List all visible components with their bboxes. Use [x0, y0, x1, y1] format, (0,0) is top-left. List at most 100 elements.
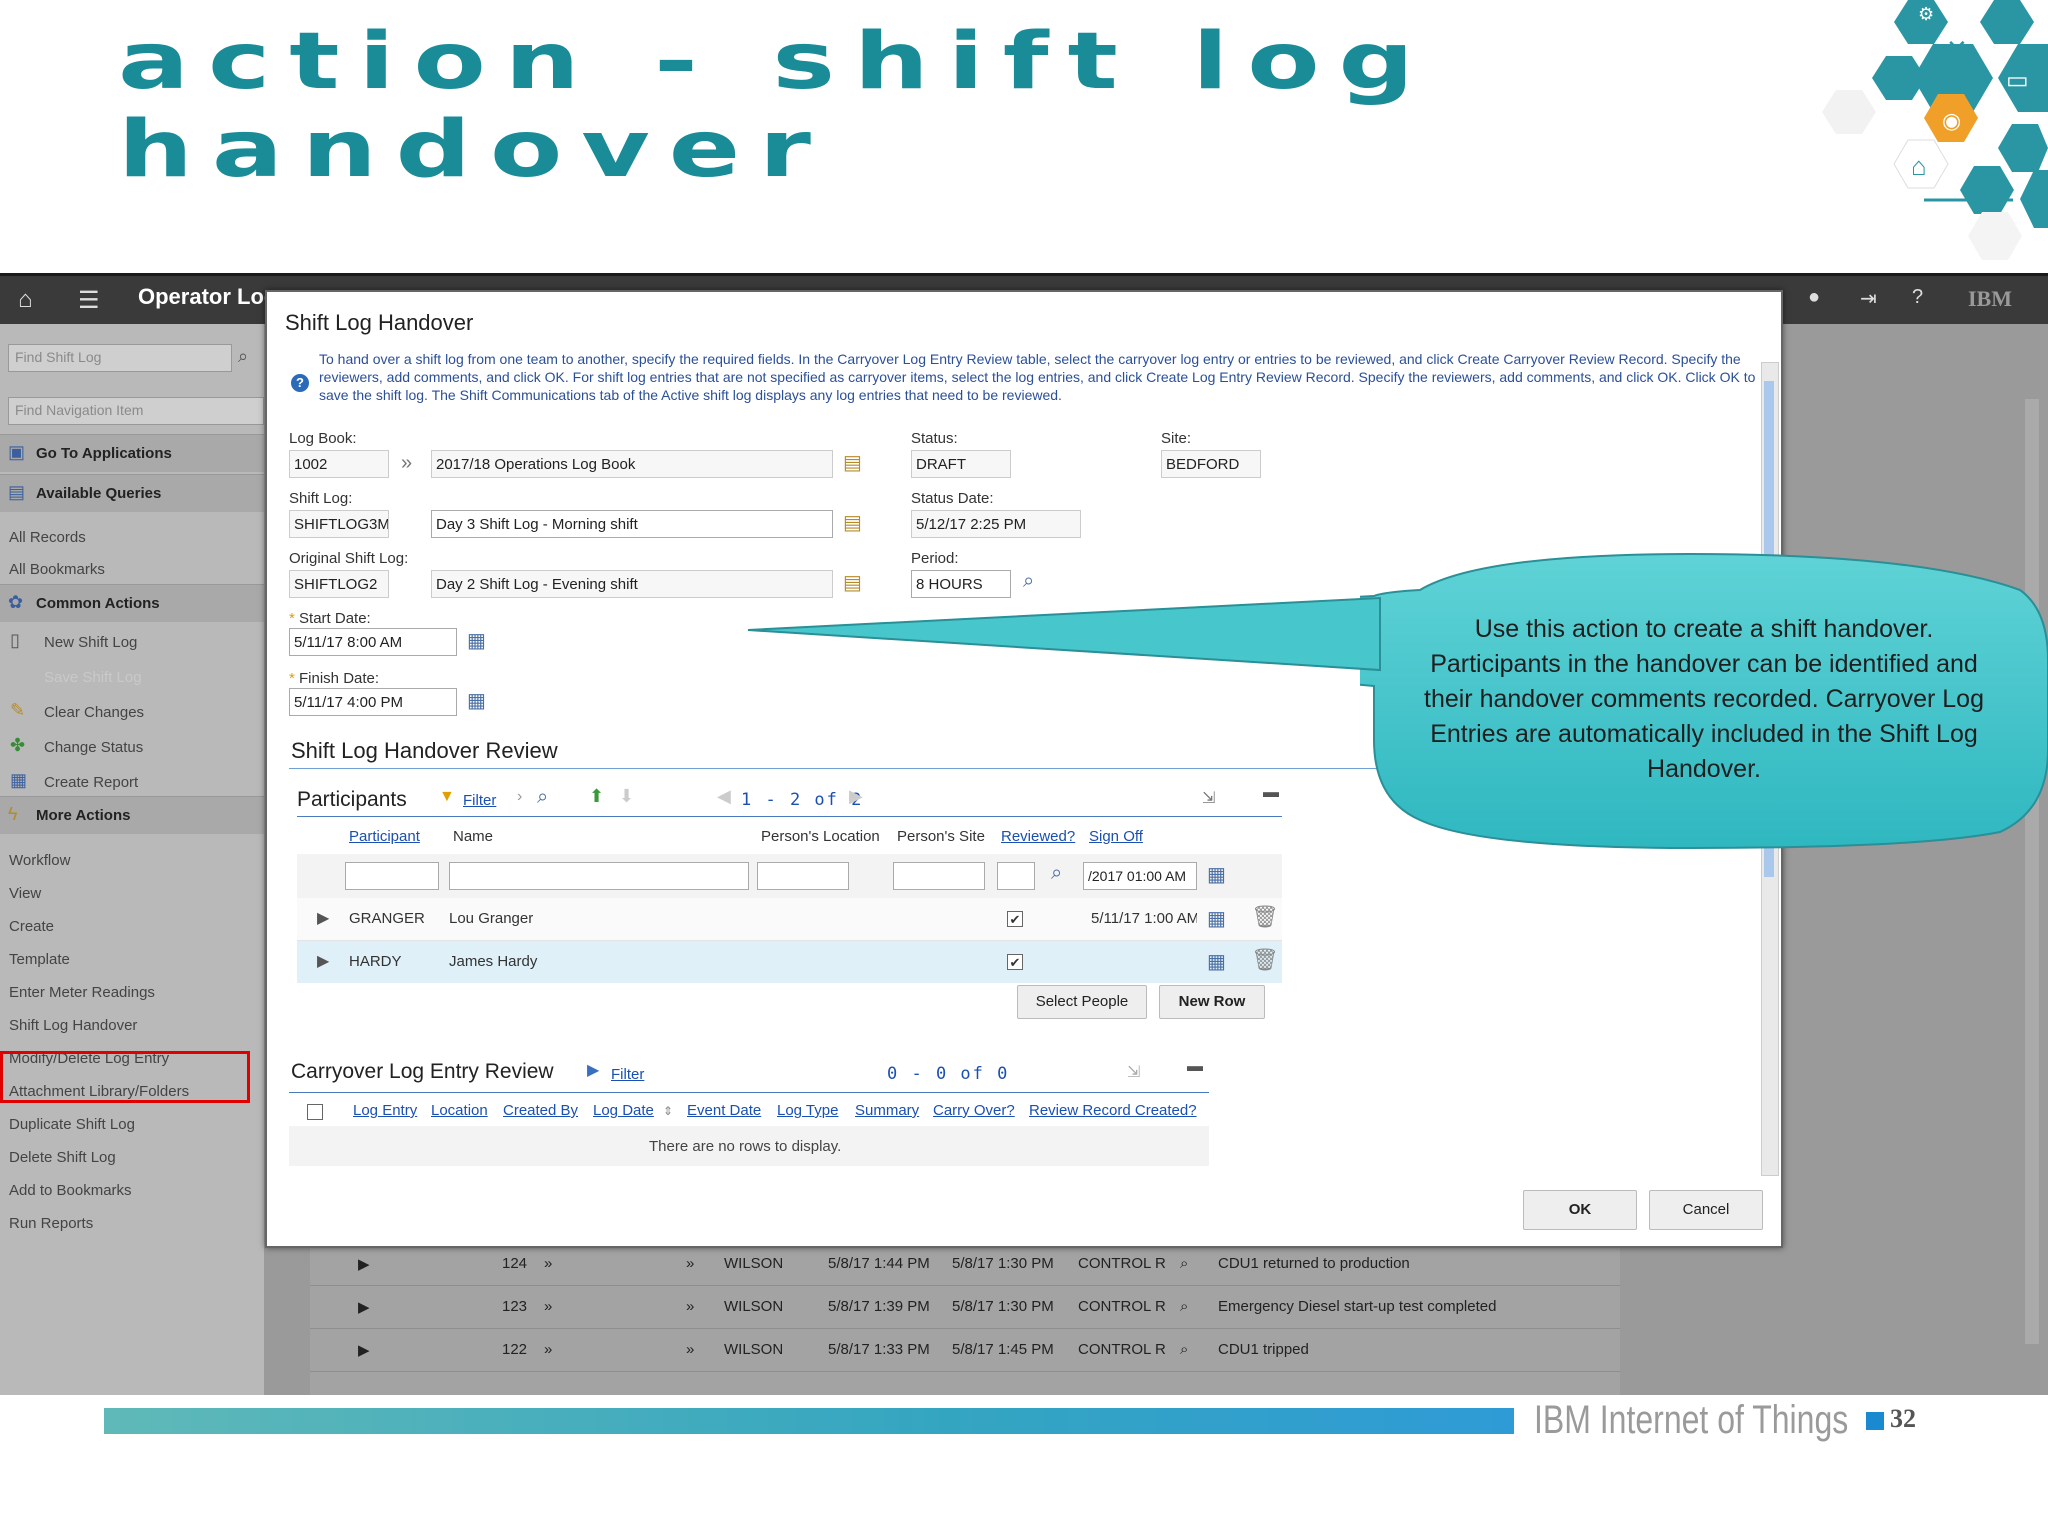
col-summary[interactable]: Summary — [855, 1102, 919, 1119]
col-location[interactable]: Location — [431, 1102, 488, 1119]
collapse-icon[interactable]: ▬ — [1263, 784, 1279, 802]
action-delete-shift-log[interactable]: Delete Shift Log — [9, 1149, 116, 1166]
col-persons-location[interactable]: Person's Location — [761, 828, 880, 845]
table-row[interactable] — [297, 941, 1282, 983]
query-all-records[interactable]: All Records — [9, 529, 86, 546]
expand-icon[interactable]: ▶ — [317, 908, 329, 928]
action-clear-changes[interactable]: Clear Changes — [44, 704, 144, 721]
search-icon[interactable]: ⌕ — [1180, 1255, 1188, 1272]
action-new-shift-log[interactable]: New Shift Log — [44, 634, 137, 651]
filter-site-input[interactable] — [893, 862, 985, 890]
filter-reviewed-input[interactable] — [997, 862, 1035, 890]
action-change-status[interactable]: Change Status — [44, 739, 143, 756]
action-run-reports[interactable]: Run Reports — [9, 1215, 93, 1232]
arrow-up-icon[interactable]: ⬆ — [589, 786, 604, 807]
download-icon[interactable]: ⇲ — [1127, 1062, 1140, 1082]
col-participant[interactable]: Participant — [349, 828, 420, 845]
expand-icon[interactable]: ▶ — [358, 1298, 370, 1316]
available-queries[interactable]: Available Queries — [0, 474, 264, 512]
page-scrollbar[interactable] — [2025, 399, 2039, 1344]
chevron-icon[interactable]: » — [544, 1298, 552, 1315]
chevron-right-icon[interactable]: › — [517, 788, 522, 806]
previous-page-icon[interactable]: ◀ — [717, 786, 731, 807]
col-created-by[interactable]: Created By — [503, 1102, 578, 1119]
action-view[interactable]: View — [9, 885, 41, 902]
find-shift-log-input[interactable]: Find Shift Log — [8, 344, 232, 372]
search-icon[interactable]: ⌕ — [238, 346, 248, 367]
reviewed-checkbox[interactable]: ✔ — [1007, 911, 1023, 927]
carryover-filter-link[interactable]: Filter — [611, 1066, 644, 1083]
find-navigation-input[interactable]: Find Navigation Item — [8, 397, 264, 425]
chevron-icon[interactable]: » — [686, 1298, 694, 1315]
filter-icon[interactable]: ▼ — [439, 788, 455, 806]
action-duplicate-shift-log[interactable]: Duplicate Shift Log — [9, 1116, 135, 1133]
calendar-icon[interactable]: ▦ — [467, 628, 486, 653]
arrow-down-icon[interactable]: ⬇ — [619, 786, 634, 807]
participants-filter-link[interactable]: Filter — [463, 792, 496, 809]
action-shift-log-handover[interactable]: Shift Log Handover — [9, 1017, 137, 1034]
select-all-checkbox[interactable] — [307, 1104, 323, 1120]
logout-icon[interactable]: ⇥ — [1860, 286, 1877, 311]
shift-log-desc-field[interactable]: Day 3 Shift Log - Morning shift — [431, 510, 833, 538]
home-icon[interactable]: ⌂ — [18, 286, 33, 314]
action-save-shift-log[interactable]: Save Shift Log — [44, 669, 142, 686]
search-icon[interactable]: ⌕ — [537, 786, 548, 809]
action-template[interactable]: Template — [9, 951, 70, 968]
expand-icon[interactable]: ▶ — [358, 1341, 370, 1359]
trash-icon[interactable]: 🗑 — [1251, 947, 1279, 973]
search-icon[interactable]: ⌕ — [1180, 1298, 1188, 1315]
finish-date-field[interactable]: 5/11/17 4:00 PM — [289, 688, 457, 716]
more-actions[interactable]: More Actions — [0, 796, 264, 834]
filter-sign-off-input[interactable]: /2017 01:00 AM — [1083, 862, 1197, 890]
col-sign-off[interactable]: Sign Off — [1089, 828, 1143, 845]
action-add-to-bookmarks[interactable]: Add to Bookmarks — [9, 1182, 132, 1199]
col-review-record-created[interactable]: Review Record Created? — [1029, 1102, 1197, 1119]
filter-location-input[interactable] — [757, 862, 849, 890]
help-icon[interactable]: ? — [1912, 286, 1923, 309]
lookup-icon[interactable]: ▤ — [843, 450, 862, 475]
lookup-icon[interactable]: ▤ — [843, 510, 862, 535]
col-log-date[interactable]: Log Date — [593, 1102, 654, 1119]
action-create[interactable]: Create — [9, 918, 54, 935]
query-all-bookmarks[interactable]: All Bookmarks — [9, 561, 105, 578]
go-to-applications[interactable]: Go To Applications — [0, 434, 264, 472]
user-icon[interactable]: ● — [1808, 286, 1820, 309]
col-log-type[interactable]: Log Type — [777, 1102, 838, 1119]
col-event-date[interactable]: Event Date — [687, 1102, 761, 1119]
search-icon[interactable]: ⌕ — [1180, 1341, 1188, 1358]
download-icon[interactable]: ⇲ — [1202, 788, 1215, 808]
expand-icon[interactable]: ▶ — [317, 951, 329, 971]
new-row-button[interactable]: New Row — [1159, 985, 1265, 1019]
action-workflow[interactable]: Workflow — [9, 852, 70, 869]
col-name[interactable]: Name — [453, 828, 493, 845]
chevron-icon[interactable]: » — [544, 1341, 552, 1358]
col-log-entry[interactable]: Log Entry — [353, 1102, 417, 1119]
search-icon[interactable]: ⌕ — [1051, 862, 1062, 885]
chevron-icon[interactable]: » — [544, 1255, 552, 1272]
next-page-icon[interactable]: ▶ — [849, 786, 863, 807]
action-create-report[interactable]: Create Report — [44, 774, 138, 791]
select-people-button[interactable]: Select People — [1017, 985, 1147, 1019]
cancel-button[interactable]: Cancel — [1649, 1190, 1763, 1230]
col-persons-site[interactable]: Person's Site — [897, 828, 985, 845]
table-row[interactable]: ▶ 123 » » WILSON 5/8/17 1:39 PM 5/8/17 1… — [310, 1286, 1620, 1329]
col-carry-over[interactable]: Carry Over? — [933, 1102, 1015, 1119]
menu-icon[interactable]: ☰ — [78, 286, 100, 315]
calendar-icon[interactable]: ▦ — [467, 688, 486, 713]
filter-name-input[interactable] — [449, 862, 749, 890]
expand-icon[interactable]: ▶ — [358, 1255, 370, 1273]
col-reviewed[interactable]: Reviewed? — [1001, 828, 1075, 845]
chevron-icon[interactable]: » — [686, 1255, 694, 1272]
log-book-id-field[interactable]: 1002 — [289, 450, 389, 478]
reviewed-checkbox[interactable]: ✔ — [1007, 954, 1023, 970]
ok-button[interactable]: OK — [1523, 1190, 1637, 1230]
filter-participant-input[interactable] — [345, 862, 439, 890]
calendar-icon[interactable]: ▦ — [1207, 862, 1226, 887]
calendar-icon[interactable]: ▦ — [1207, 949, 1226, 974]
common-actions[interactable]: Common Actions — [0, 584, 264, 622]
calendar-icon[interactable]: ▦ — [1207, 906, 1226, 931]
table-row[interactable]: ▶ 124 » » WILSON 5/8/17 1:44 PM 5/8/17 1… — [310, 1243, 1620, 1286]
filter-icon[interactable]: ▶ — [587, 1060, 599, 1080]
chevron-icon[interactable]: » — [686, 1341, 694, 1358]
table-row[interactable]: ▶ 122 » » WILSON 5/8/17 1:33 PM 5/8/17 1… — [310, 1329, 1620, 1372]
